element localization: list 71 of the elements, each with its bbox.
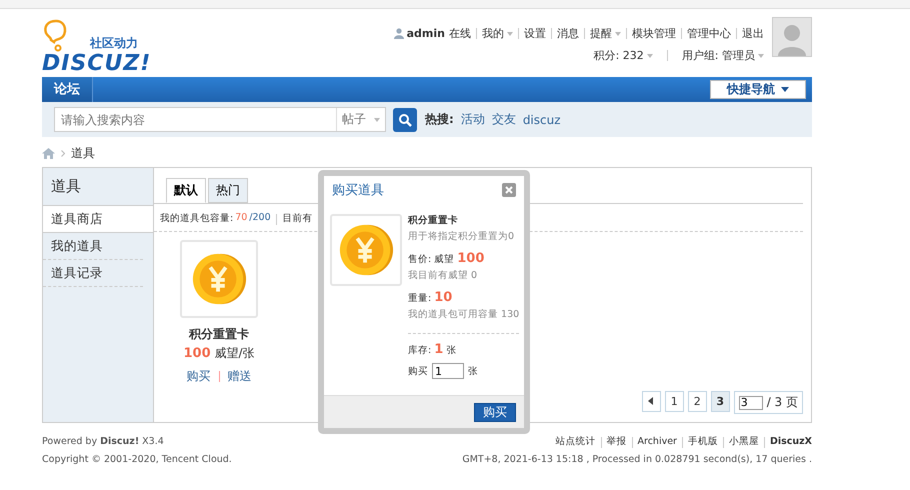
stock-text: 库存: 1 张 xyxy=(408,342,458,357)
tab[interactable]: 热门 xyxy=(208,178,248,203)
item-description: 用于将指定积分重置为0 xyxy=(408,230,516,243)
logo-tagline: 社区动力 xyxy=(90,35,138,52)
item-image[interactable] xyxy=(180,240,258,318)
search-scope-dropdown[interactable]: 帖子 xyxy=(336,108,385,131)
item-action-link[interactable]: 赠送 xyxy=(228,368,252,385)
quantity-unit: 张 xyxy=(468,364,478,378)
weight-text: 重量: 10 xyxy=(408,290,454,305)
search-field[interactable]: 请输入搜索内容 帖子 xyxy=(54,107,386,132)
quantity-field[interactable]: 1 xyxy=(432,363,464,379)
online-status: 在线 xyxy=(449,26,471,41)
chevron-icon xyxy=(61,150,65,156)
user-menu-link[interactable]: 管理中心 xyxy=(687,26,731,41)
stats-text: GMT+8, 2021-6-13 15:18 , Processed in 0.028791 second(s), 17 queries . xyxy=(462,453,812,467)
quantity-label: 购买 xyxy=(408,364,428,378)
footer-link[interactable]: 站点统计 xyxy=(556,433,596,451)
footer-link[interactable]: 小黑屋 xyxy=(728,433,759,451)
available-capacity: 我的道具包可用容量 130 xyxy=(408,308,520,321)
footer-link[interactable]: 手机版 xyxy=(688,433,718,451)
footer-link[interactable]: 举报 xyxy=(606,433,626,451)
capacity-note: 目前有 xyxy=(282,212,313,225)
footer-link[interactable]: Archiver xyxy=(638,433,677,451)
sidebar-item[interactable]: 道具商店 xyxy=(43,206,153,233)
search-button[interactable] xyxy=(393,108,417,132)
sidebar-item[interactable]: 道具记录 xyxy=(43,260,143,287)
item-price: 100 威望/张 xyxy=(183,345,254,362)
dialog-title: 购买道具 xyxy=(332,182,384,199)
capacity-total: /200 xyxy=(249,212,271,225)
avatar[interactable] xyxy=(772,17,812,57)
credits-link[interactable]: 积分: 232 xyxy=(594,48,644,63)
hot-search-label: 热搜: xyxy=(425,111,454,128)
quick-nav-button[interactable]: 快捷导航 xyxy=(710,80,806,99)
breadcrumb-link[interactable]: 道具 xyxy=(71,144,95,162)
close-icon[interactable] xyxy=(502,183,516,197)
capacity-label: 我的道具包容量: xyxy=(160,212,234,225)
current-balance: 我目前有威望 0 xyxy=(408,269,478,282)
user-icon xyxy=(394,28,404,39)
footer-link[interactable]: DiscuzX xyxy=(770,433,812,451)
powered-by-text: Powered by Discuz! X3.4 xyxy=(42,435,165,449)
user-menu-link[interactable]: 退出 xyxy=(742,26,764,41)
user-menu-link[interactable]: 我的 xyxy=(482,26,513,41)
hot-search-link[interactable]: 活动 xyxy=(460,111,485,128)
page-button[interactable]: 1 xyxy=(664,391,684,412)
tab[interactable]: 默认 xyxy=(166,178,206,203)
home-icon[interactable] xyxy=(42,148,55,158)
price-text: 售价: 威望 100 xyxy=(408,251,486,266)
logo-text[interactable]: DISCUZ! xyxy=(42,52,152,76)
user-menu-link[interactable]: 模块管理 xyxy=(632,26,676,41)
sidebar-item[interactable]: 我的道具 xyxy=(43,233,143,260)
user-menu-link[interactable]: 提醒 xyxy=(590,26,621,41)
page-button[interactable]: 2 xyxy=(688,391,707,412)
item-name: 积分重置卡 xyxy=(189,326,249,343)
page-input[interactable]: 3 xyxy=(738,396,763,410)
nav-tab[interactable]: 论坛 xyxy=(42,77,93,102)
capacity-used: 70 xyxy=(235,212,248,225)
page-button[interactable]: 3 xyxy=(710,391,730,412)
hot-search-link[interactable]: 交友 xyxy=(492,111,516,128)
triangle-left-icon xyxy=(648,397,654,405)
user-menu-link[interactable]: 消息 xyxy=(557,26,579,41)
hot-search-link[interactable]: discuz xyxy=(522,112,561,126)
search-icon xyxy=(398,112,412,126)
buy-button[interactable]: 购买 xyxy=(474,402,516,422)
user-menu-link[interactable]: 设置 xyxy=(524,26,546,41)
copyright-text: Copyright © 2001-2020, Tencent Cloud. xyxy=(42,453,232,467)
prev-page-button[interactable] xyxy=(642,391,661,412)
item-action-link[interactable]: 购买 xyxy=(186,368,210,385)
item-name: 积分重置卡 xyxy=(408,214,459,227)
page-total: / 3 页 xyxy=(766,394,798,411)
username-link[interactable]: admin xyxy=(406,27,445,40)
usergroup-link[interactable]: 用户组: 管理员 xyxy=(682,48,755,63)
